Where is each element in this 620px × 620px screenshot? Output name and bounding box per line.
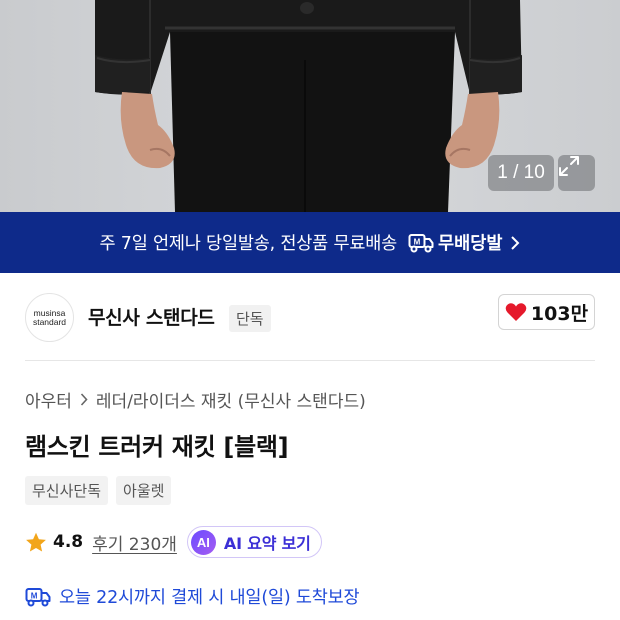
delivery-truck-icon: M <box>25 587 51 607</box>
divider <box>25 360 595 361</box>
exclusive-badge: 단독 <box>229 305 271 332</box>
breadcrumb: 아우터 레더/라이더스 재킷 (무신사 스탠다드) <box>25 387 366 412</box>
ai-summary-label: AI 요약 보기 <box>223 534 311 553</box>
shipping-banner[interactable]: 주 7일 언제나 당일발송, 전상품 무료배송 M 무배당발 <box>0 212 620 273</box>
brand-row: musinsa standard 무신사 스탠다드 103만 <box>0 273 620 361</box>
brand-name[interactable]: 무신사 스탠다드 <box>88 303 215 330</box>
exclusive-badge-label: 단독 <box>229 305 271 332</box>
rating-row: 4.8 후기 230개 AI AI 요약 보기 <box>25 526 322 558</box>
product-title: 램스킨 트러커 재킷 [블랙] <box>25 433 289 461</box>
brand-logo-line2: standard <box>32 316 67 327</box>
tag-exclusive: 무신사단독 <box>25 476 109 505</box>
image-counter: 1 / 10 <box>488 155 554 191</box>
expand-button[interactable] <box>558 155 595 191</box>
chevron-right-icon <box>80 393 88 406</box>
rating-value: 4.8 <box>53 532 84 552</box>
like-count: 103만 <box>530 302 589 325</box>
review-count-link[interactable]: 후기 230개 <box>92 530 177 555</box>
svg-text:M: M <box>31 591 38 600</box>
chevron-right-icon <box>510 235 520 250</box>
delivery-guarantee[interactable]: M 오늘 22시까지 결제 시 내일(일) 도착보장 <box>25 584 360 609</box>
svg-text:M: M <box>414 237 421 246</box>
shipping-brand-label: 무배당발 <box>438 234 503 254</box>
heart-icon <box>505 303 527 321</box>
ai-summary-button[interactable]: AI AI 요약 보기 <box>186 526 322 558</box>
expand-icon <box>559 156 579 176</box>
product-image-gallery[interactable]: 1 / 10 <box>0 0 620 212</box>
product-tags: 무신사단독 아울렛 <box>25 476 172 505</box>
delivery-guarantee-text: 오늘 22시까지 결제 시 내일(일) 도착보장 <box>59 588 360 608</box>
ai-icon: AI <box>190 529 216 555</box>
breadcrumb-subcategory[interactable]: 레더/라이더스 재킷 (무신사 스탠다드) <box>96 387 366 412</box>
shipping-banner-text: 주 7일 언제나 당일발송, 전상품 무료배송 <box>99 234 398 254</box>
like-button[interactable]: 103만 <box>498 294 595 330</box>
delivery-truck-icon: M <box>408 233 434 253</box>
tag-outlet: 아울렛 <box>116 476 172 505</box>
brand-logo[interactable]: musinsa standard <box>25 293 74 342</box>
star-icon <box>26 532 46 551</box>
breadcrumb-category[interactable]: 아우터 <box>25 387 72 412</box>
